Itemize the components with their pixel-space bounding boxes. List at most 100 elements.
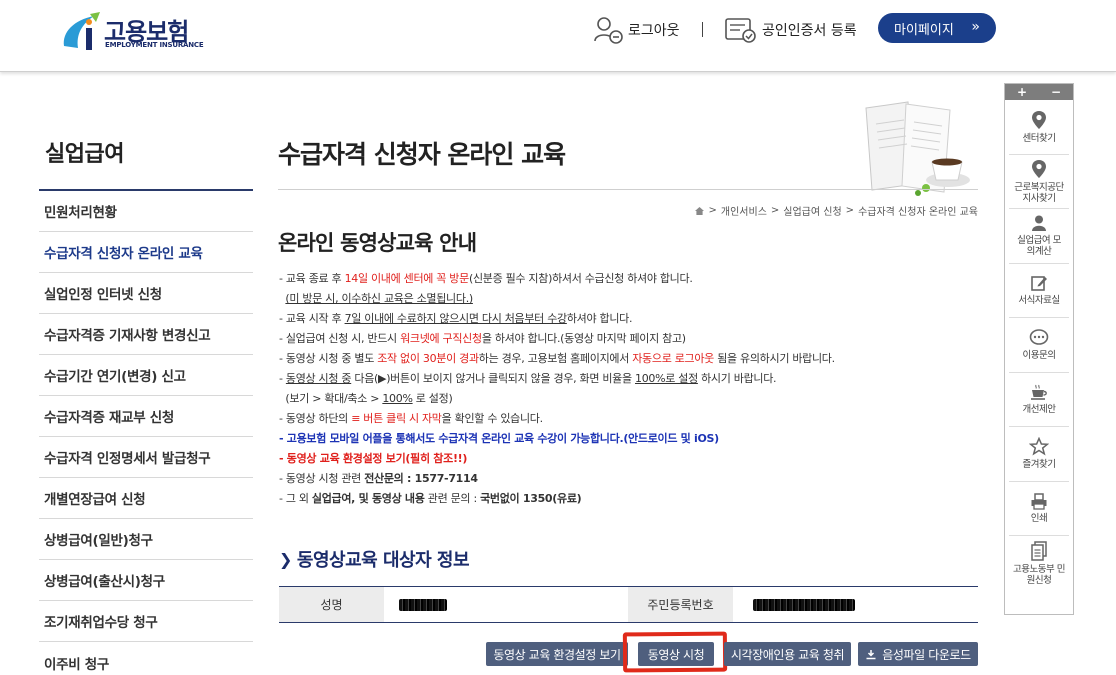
- left-navigation: 민원처리현황 수급자격 신청자 온라인 교육 실업인정 인터넷 신청 수급자격증…: [39, 189, 253, 675]
- zoom-out-button[interactable]: −: [1051, 85, 1061, 99]
- chat-icon: [1029, 328, 1049, 345]
- lnb-title: 실업급여: [45, 142, 124, 167]
- quick-label: 즐겨찾기: [1022, 459, 1056, 471]
- notice-line: - 동영상 시청 중 다음(▶)버튼이 보이지 않거나 클릭되지 않을 경우, …: [279, 372, 777, 385]
- quick-inquiry[interactable]: 이용문의: [1009, 318, 1069, 373]
- name-header: 성명: [279, 587, 384, 622]
- quick-label: 인쇄: [1030, 512, 1048, 524]
- title-divider: [278, 189, 978, 190]
- quick-label: 개선제안: [1022, 404, 1056, 416]
- edit-icon: [1031, 276, 1047, 292]
- notice-line: - 교육 시작 후 7일 이내에 수료하지 않으시면 다시 처음부터 수강하셔야…: [279, 312, 633, 325]
- cert-register-label: 공인인증서 등록: [762, 23, 857, 39]
- certificate-icon: [725, 18, 756, 43]
- quick-benefit-calculator[interactable]: 실업급여 모의계산: [1009, 209, 1069, 264]
- notice-line: - 교육 종료 후 14일 이내에 센터에 꼭 방문(신분증 필수 지참)하셔서…: [279, 272, 693, 285]
- quick-branch-search[interactable]: 근로복지공단 지사찾기: [1009, 155, 1069, 209]
- chevron-right-icon: ❯: [279, 549, 292, 569]
- site-header: 고용보험 EMPLOYMENT INSURANCE 로그아웃 공인인증서 등록 …: [0, 0, 1116, 72]
- logo-subtext: EMPLOYMENT INSURANCE: [105, 41, 204, 49]
- quick-label: 센터찾기: [1022, 132, 1056, 144]
- logo-mark-icon: [63, 12, 100, 50]
- quick-label: 고용노동부 민원신청: [1013, 563, 1065, 586]
- notice-line: - 동영상 시청 중 별도 조작 없이 30분이 경과하는 경우, 고용보험 홈…: [279, 352, 835, 365]
- lnb-item-certificate-reissue[interactable]: 수급자격증 재교부 신청: [39, 396, 253, 437]
- notice-line-env-link[interactable]: - 동영상 교육 환경설정 보기(필히 참조!!): [279, 449, 979, 469]
- lnb-item-early-reemployment[interactable]: 조기재취업수당 청구: [39, 601, 253, 642]
- quick-bookmark[interactable]: 즐겨찾기: [1009, 427, 1069, 482]
- lnb-item-unemployment-recognition[interactable]: 실업인정 인터넷 신청: [39, 273, 253, 314]
- notice-line: - 동영상 하단의 ≡ 버튼 클릭 시 자막을 확인할 수 있습니다.: [279, 412, 543, 425]
- breadcrumb: > 개인서비스 > 실업급여 신청 > 수급자격 신청자 온라인 교육: [694, 203, 978, 218]
- watch-video-highlight: [622, 631, 728, 673]
- section-title: ❯ 동영상교육 대상자 정보: [279, 546, 470, 572]
- double-chevron-icon: »: [971, 19, 980, 35]
- info-table: 성명 주민등록번호: [279, 586, 978, 623]
- quick-suggestion[interactable]: 개선제안: [1009, 373, 1069, 427]
- lnb-item-period-extension[interactable]: 수급기간 연기(변경) 신고: [39, 355, 253, 396]
- map-pin-icon: [1032, 110, 1046, 129]
- visually-impaired-audio-button[interactable]: 시각장애인용 교육 청취: [724, 642, 851, 666]
- logout-label: 로그아웃: [628, 23, 680, 39]
- section-title-label: 동영상교육 대상자 정보: [296, 550, 470, 571]
- logout-link[interactable]: 로그아웃: [592, 17, 680, 44]
- notice-list: - 교육 종료 후 14일 이내에 센터에 꼭 방문(신분증 필수 지참)하셔서…: [279, 269, 979, 509]
- quick-print[interactable]: 인쇄: [1009, 482, 1069, 536]
- redacted-name: [399, 598, 447, 611]
- notice-line: - 실업급여 신청 시, 반드시 워크넷에 구직신청을 하셔야 합니다.(동영상…: [279, 332, 686, 345]
- notice-line: - 그 외 실업급여, 및 동영상 내용 관련 문의 : 국번없이 1350(유…: [279, 492, 582, 505]
- quick-label: 실업급여 모의계산: [1017, 235, 1061, 258]
- quick-label: 근로복지공단 지사찾기: [1014, 181, 1064, 204]
- mypage-label: 마이페이지: [894, 22, 954, 38]
- breadcrumb-item-current: 수급자격 신청자 온라인 교육: [858, 207, 978, 218]
- audio-download-label: 음성파일 다운로드: [882, 647, 971, 662]
- person-icon: [1032, 215, 1046, 232]
- download-icon: [866, 649, 876, 659]
- quick-center-search[interactable]: 센터찾기: [1009, 100, 1069, 155]
- rrn-value: [733, 587, 978, 622]
- lnb-item-sickness-general[interactable]: 상병급여(일반)청구: [39, 519, 253, 560]
- quick-label: 서식자료실: [1018, 295, 1060, 307]
- quick-label: 이용문의: [1022, 349, 1056, 361]
- document-icon: [1031, 541, 1047, 561]
- quick-menu-zoom: + −: [1005, 84, 1073, 100]
- cup-icon: [1031, 384, 1047, 401]
- header-separator: [702, 22, 703, 37]
- star-icon: [1029, 437, 1049, 456]
- map-pin-icon: [1032, 159, 1046, 178]
- breadcrumb-separator: >: [770, 205, 780, 216]
- print-icon: [1031, 493, 1047, 510]
- quick-forms-library[interactable]: 서식자료실: [1009, 264, 1069, 318]
- lnb-item-complaint-status[interactable]: 민원처리현황: [39, 191, 253, 232]
- breadcrumb-item[interactable]: 개인서비스: [721, 203, 767, 218]
- home-icon[interactable]: [694, 206, 705, 216]
- breadcrumb-item[interactable]: 실업급여 신청: [783, 203, 841, 218]
- notice-line: (미 방문 시, 이수하신 교육은 소멸됩니다.): [285, 292, 473, 305]
- env-settings-button[interactable]: 동영상 교육 환경설정 보기: [486, 642, 628, 666]
- audio-download-button[interactable]: 음성파일 다운로드: [858, 642, 978, 666]
- lnb-item-relocation-cost[interactable]: 이주비 청구: [39, 642, 253, 675]
- redacted-rrn: [753, 598, 855, 611]
- name-value: [384, 587, 628, 622]
- mypage-button[interactable]: 마이페이지 »: [878, 13, 996, 43]
- section-subtitle: 온라인 동영상교육 안내: [278, 231, 477, 255]
- page-title: 수급자격 신청자 온라인 교육: [278, 140, 566, 169]
- rrn-header: 주민등록번호: [628, 587, 733, 622]
- zoom-in-button[interactable]: +: [1017, 85, 1027, 99]
- breadcrumb-separator: >: [708, 205, 717, 216]
- quick-ministry-complaint[interactable]: 고용노동부 민원신청: [1009, 536, 1069, 591]
- employment-insurance-logo[interactable]: 고용보험 EMPLOYMENT INSURANCE: [60, 10, 204, 54]
- notice-line: (보기 > 확대/축소 > 100% 로 설정): [285, 392, 453, 405]
- notice-line: - 동영상 시청 관련 전산문의 : 1577-7114: [279, 472, 478, 485]
- notice-line-mobile: - 고용보험 모바일 어플을 통해서도 수급자격 온라인 교육 수강이 가능합니…: [279, 432, 719, 445]
- quick-menu: + − 센터찾기 근로복지공단 지사찾기 실업급여 모의계산 서식자료실 이용문…: [1004, 83, 1074, 615]
- breadcrumb-separator: >: [845, 205, 855, 216]
- lnb-item-statement-request[interactable]: 수급자격 인정명세서 발급청구: [39, 437, 253, 478]
- cert-register-link[interactable]: 공인인증서 등록: [724, 18, 857, 43]
- lnb-item-online-education[interactable]: 수급자격 신청자 온라인 교육: [39, 232, 253, 273]
- lnb-item-extended-benefit[interactable]: 개별연장급여 신청: [39, 478, 253, 519]
- lnb-item-certificate-change[interactable]: 수급자격증 기재사항 변경신고: [39, 314, 253, 355]
- lnb-item-sickness-maternity[interactable]: 상병급여(출산시)청구: [39, 560, 253, 601]
- logout-user-icon: [594, 17, 623, 44]
- document-coffee-illustration: [865, 101, 970, 196]
